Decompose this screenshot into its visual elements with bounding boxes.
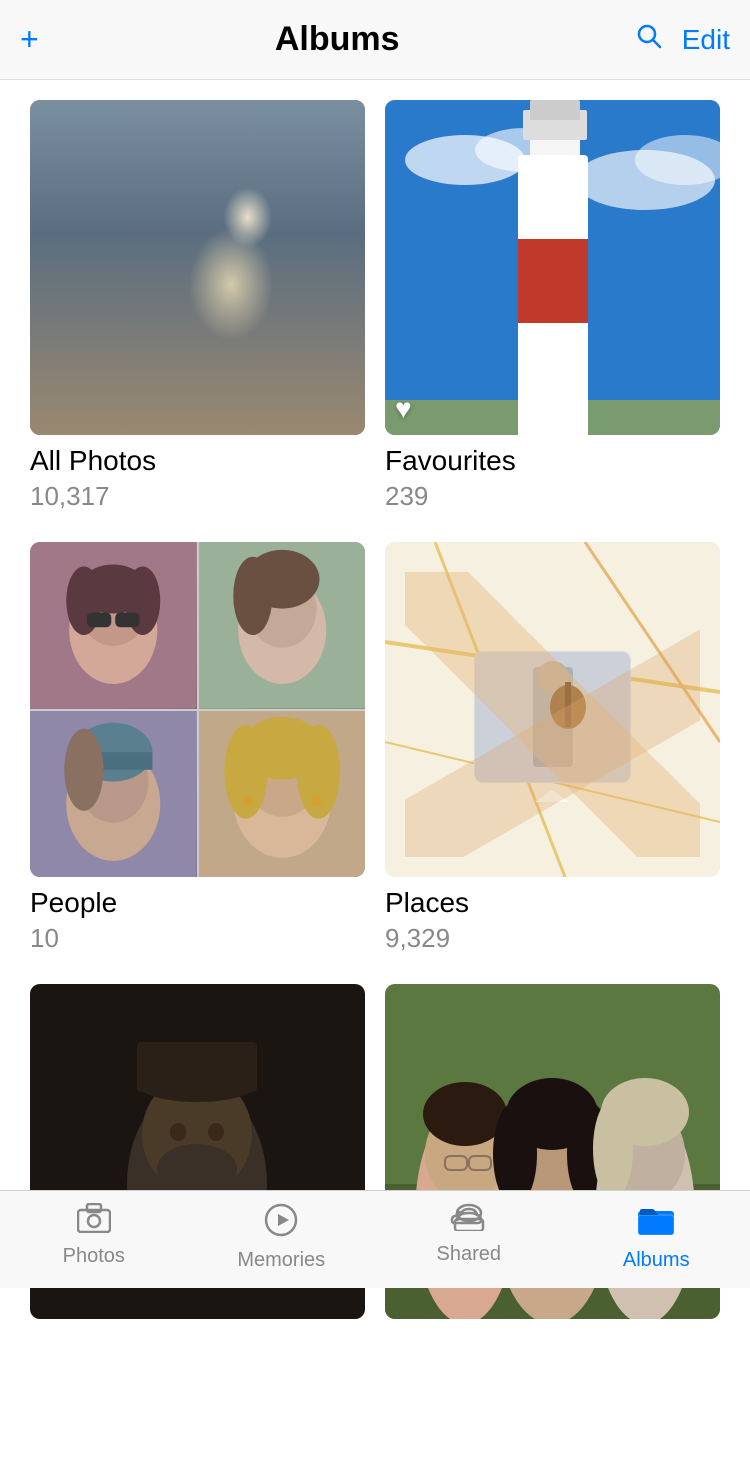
- header: + Albums Edit: [0, 0, 750, 80]
- album-thumb-all-photos: [30, 100, 365, 435]
- photos-icon: [77, 1203, 111, 1239]
- heart-icon: ♥: [395, 393, 412, 425]
- album-count-places: 9,329: [385, 923, 720, 954]
- header-right-actions: Edit: [636, 23, 730, 56]
- shared-icon: [450, 1203, 488, 1237]
- album-name-places: Places: [385, 887, 720, 919]
- tab-albums-label: Albums: [623, 1249, 690, 1272]
- tab-shared-label: Shared: [437, 1243, 502, 1266]
- tab-memories-label: Memories: [237, 1249, 325, 1272]
- tab-shared[interactable]: Shared: [399, 1203, 539, 1266]
- albums-grid: All Photos 10,317: [0, 80, 750, 1359]
- people-face-4: [199, 711, 366, 878]
- tab-photos[interactable]: Photos: [24, 1203, 164, 1268]
- add-button[interactable]: +: [20, 21, 39, 58]
- people-face-3: [30, 711, 197, 878]
- edit-button[interactable]: Edit: [682, 24, 730, 56]
- album-thumb-places: [385, 542, 720, 877]
- album-cell-favourites[interactable]: ♥ Favourites 239: [375, 100, 730, 542]
- tab-photos-label: Photos: [63, 1245, 125, 1268]
- album-thumb-favourites: ♥: [385, 100, 720, 435]
- album-cell-people[interactable]: People 10: [20, 542, 375, 984]
- albums-icon: [636, 1203, 676, 1243]
- album-count-people: 10: [30, 923, 365, 954]
- album-count-favourites: 239: [385, 481, 720, 512]
- album-count-all-photos: 10,317: [30, 481, 365, 512]
- search-button[interactable]: [636, 23, 662, 56]
- memories-icon: [264, 1203, 298, 1243]
- album-name-favourites: Favourites: [385, 445, 720, 477]
- album-name-all-photos: All Photos: [30, 445, 365, 477]
- tab-albums[interactable]: Albums: [586, 1203, 726, 1272]
- album-cell-all-photos[interactable]: All Photos 10,317: [20, 100, 375, 542]
- album-thumb-people: [30, 542, 365, 877]
- people-face-1: [30, 542, 197, 709]
- album-name-people: People: [30, 887, 365, 919]
- album-cell-5[interactable]: [20, 984, 375, 1359]
- people-face-2: [199, 542, 366, 709]
- album-cell-6[interactable]: [375, 984, 730, 1359]
- album-cell-places[interactable]: Places 9,329: [375, 542, 730, 984]
- tab-bar: Photos Memories Shared: [0, 1190, 750, 1288]
- tab-memories[interactable]: Memories: [211, 1203, 351, 1272]
- page-title: Albums: [275, 20, 400, 59]
